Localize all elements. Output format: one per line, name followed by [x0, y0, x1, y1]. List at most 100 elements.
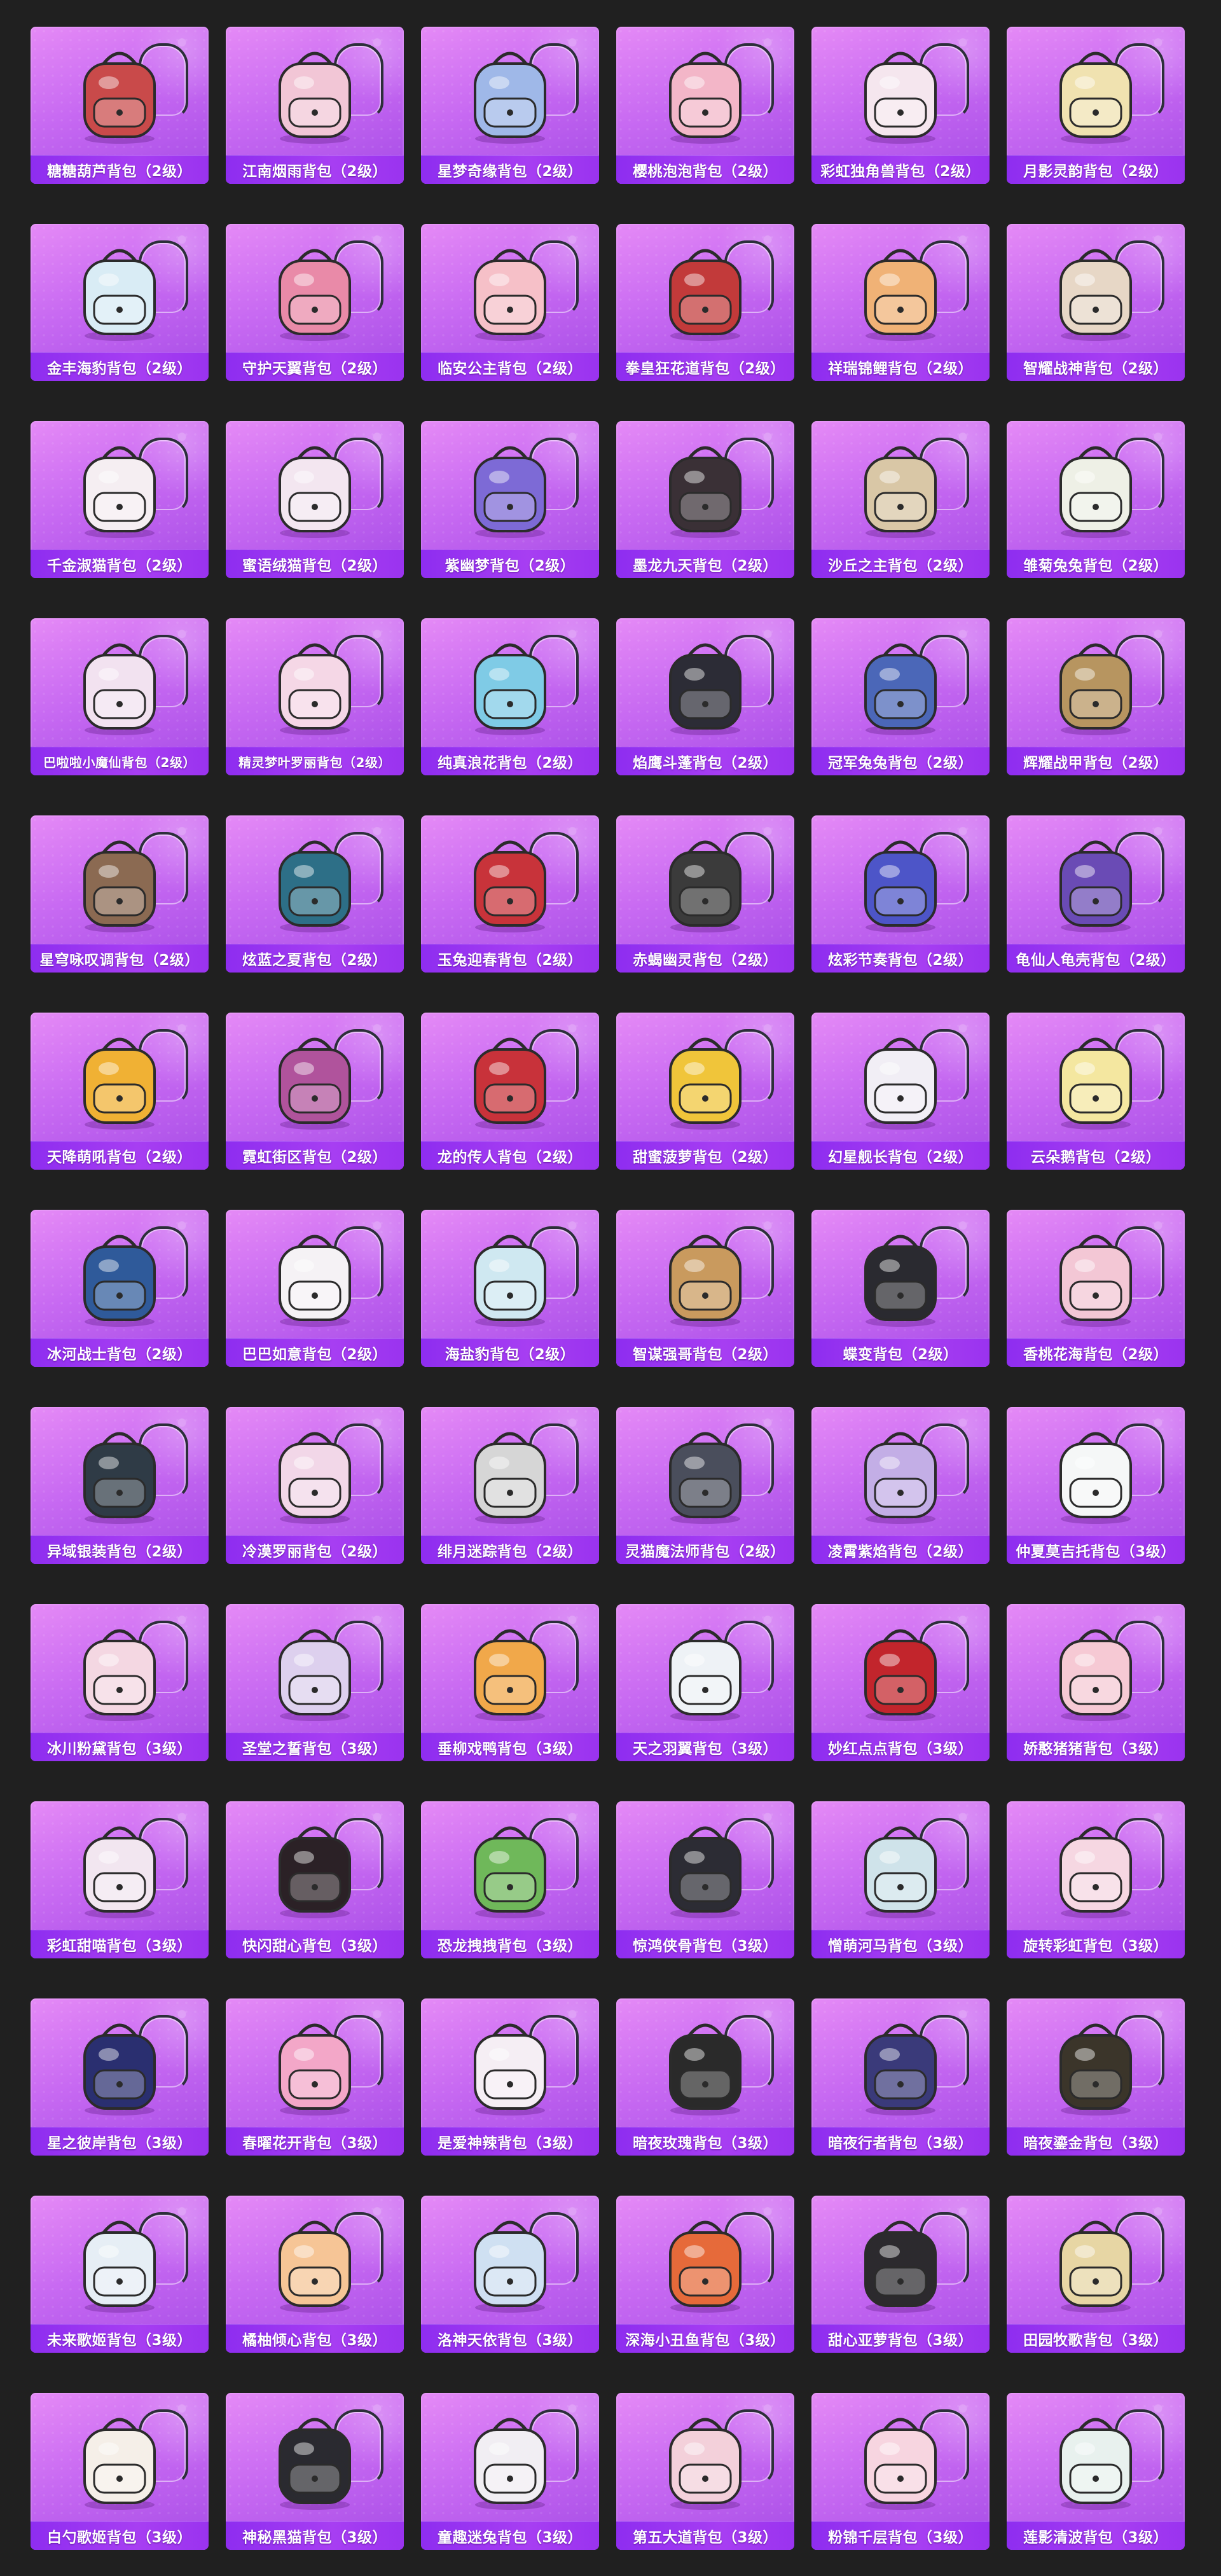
backpack-card[interactable]: 冰川粉黛背包（3级） [31, 1604, 209, 1761]
backpack-card[interactable]: 娇憨猪猪背包（3级） [1007, 1604, 1185, 1761]
backpack-card[interactable]: 纯真浪花背包（2级） [421, 618, 599, 775]
backpack-icon [279, 1826, 351, 1918]
backpack-card[interactable]: 神秘黑猫背包（3级） [226, 2393, 404, 2550]
backpack-card[interactable]: 紫幽梦背包（2级） [421, 421, 599, 578]
backpack-card[interactable]: 恐龙拽拽背包（3级） [421, 1801, 599, 1958]
backpack-card[interactable]: 云朵鹅背包（2级） [1007, 1013, 1185, 1170]
card-label-bar: 江南烟雨背包（2级） [226, 155, 404, 184]
card-label-bar: 惊鸿侠骨背包（3级） [616, 1930, 794, 1958]
backpack-name: 春曜花开背包（3级） [242, 2135, 387, 2152]
backpack-card[interactable]: 星梦奇缘背包（2级） [421, 27, 599, 184]
backpack-card[interactable]: 莲影清波背包（3级） [1007, 2393, 1185, 2550]
backpack-card[interactable]: 巴巴如意背包（2级） [226, 1210, 404, 1367]
backpack-card[interactable]: 智耀战神背包（2级） [1007, 224, 1185, 381]
backpack-card[interactable]: 海盐豹背包（2级） [421, 1210, 599, 1367]
backpack-card[interactable]: 春曜花开背包（3级） [226, 1998, 404, 2156]
backpack-card[interactable]: 祥瑞锦鲤背包（2级） [811, 224, 990, 381]
card-label-bar: 纯真浪花背包（2级） [421, 747, 599, 775]
backpack-card[interactable]: 炫彩节奏背包（2级） [811, 815, 990, 973]
backpack-card[interactable]: 暗夜行者背包（3级） [811, 1998, 990, 2156]
backpack-card[interactable]: 绯月迷踪背包（2级） [421, 1407, 599, 1564]
backpack-card[interactable]: 憎萌河马背包（3级） [811, 1801, 990, 1958]
backpack-icon [83, 840, 156, 932]
backpack-icon [669, 446, 742, 538]
backpack-card[interactable]: 精灵梦叶罗丽背包（2级） [226, 618, 404, 775]
backpack-card[interactable]: 拳皇狂花道背包（2级） [616, 224, 794, 381]
card-label-bar: 妙红点点背包（3级） [811, 1733, 990, 1761]
backpack-card[interactable]: 甜蜜菠萝背包（2级） [616, 1013, 794, 1170]
backpack-card[interactable]: 仲夏莫吉托背包（3级） [1007, 1407, 1185, 1564]
backpack-card[interactable]: 糖糖葫芦背包（2级） [31, 27, 209, 184]
backpack-name: 蝶变背包（2级） [843, 1347, 958, 1363]
backpack-card[interactable]: 香桃花海背包（2级） [1007, 1210, 1185, 1367]
backpack-card[interactable]: 蝶变背包（2级） [811, 1210, 990, 1367]
backpack-name: 香桃花海背包（2级） [1023, 1347, 1168, 1363]
backpack-card[interactable]: 垂柳戏鸭背包（3级） [421, 1604, 599, 1761]
backpack-card[interactable]: 智谋强哥背包（2级） [616, 1210, 794, 1367]
backpack-card[interactable]: 暗夜鎏金背包（3级） [1007, 1998, 1185, 2156]
backpack-card[interactable]: 田园牧歌背包（3级） [1007, 2196, 1185, 2353]
backpack-card[interactable]: 星之彼岸背包（3级） [31, 1998, 209, 2156]
backpack-card[interactable]: 霓虹街区背包（2级） [226, 1013, 404, 1170]
backpack-card[interactable]: 冷漠罗丽背包（2级） [226, 1407, 404, 1564]
backpack-card[interactable]: 是爱神辣背包（3级） [421, 1998, 599, 2156]
card-label-bar: 冰河战士背包（2级） [31, 1338, 209, 1367]
backpack-card[interactable]: 洛神天依背包（3级） [421, 2196, 599, 2353]
backpack-card[interactable]: 童趣迷兔背包（3级） [421, 2393, 599, 2550]
backpack-name: 智耀战神背包（2级） [1023, 361, 1168, 377]
backpack-card[interactable]: 墨龙九天背包（2级） [616, 421, 794, 578]
backpack-card[interactable]: 焰鹰斗蓬背包（2级） [616, 618, 794, 775]
backpack-card[interactable]: 天之羽翼背包（3级） [616, 1604, 794, 1761]
backpack-card[interactable]: 粉锦千层背包（3级） [811, 2393, 990, 2550]
backpack-name: 精灵梦叶罗丽背包（2级） [238, 754, 391, 770]
backpack-icon [474, 1432, 546, 1524]
backpack-card[interactable]: 未来歌姬背包（3级） [31, 2196, 209, 2353]
backpack-name: 海盐豹背包（2级） [445, 1347, 576, 1363]
backpack-card[interactable]: 旋转彩虹背包（3级） [1007, 1801, 1185, 1958]
backpack-icon [864, 1037, 937, 1130]
backpack-card[interactable]: 樱桃泡泡背包（2级） [616, 27, 794, 184]
backpack-card[interactable]: 月影灵韵背包（2级） [1007, 27, 1185, 184]
backpack-card[interactable]: 千金淑猫背包（2级） [31, 421, 209, 578]
backpack-card[interactable]: 炫蓝之夏背包（2级） [226, 815, 404, 973]
backpack-card[interactable]: 赤蝎幽灵背包（2级） [616, 815, 794, 973]
backpack-icon [1059, 1235, 1132, 1327]
backpack-card[interactable]: 龙的传人背包（2级） [421, 1013, 599, 1170]
backpack-card[interactable]: 巴啦啦小魔仙背包（2级） [31, 618, 209, 775]
backpack-card[interactable]: 雏菊兔兔背包（2级） [1007, 421, 1185, 578]
backpack-name: 憎萌河马背包（3级） [827, 1938, 973, 1955]
backpack-card[interactable]: 蜜语绒猫背包（2级） [226, 421, 404, 578]
backpack-name: 莲影清波背包（3级） [1023, 2530, 1168, 2546]
backpack-card[interactable]: 暗夜玫瑰背包（3级） [616, 1998, 794, 2156]
backpack-card[interactable]: 冠军兔兔背包（2级） [811, 618, 990, 775]
backpack-card[interactable]: 橘柚倾心背包（3级） [226, 2196, 404, 2353]
backpack-card[interactable]: 白勺歌姬背包（3级） [31, 2393, 209, 2550]
backpack-card[interactable]: 沙丘之主背包（2级） [811, 421, 990, 578]
backpack-card[interactable]: 临安公主背包（2级） [421, 224, 599, 381]
backpack-card[interactable]: 金丰海豹背包（2级） [31, 224, 209, 381]
backpack-icon [279, 1037, 351, 1130]
backpack-card[interactable]: 守护天翼背包（2级） [226, 224, 404, 381]
backpack-card[interactable]: 快闪甜心背包（3级） [226, 1801, 404, 1958]
backpack-card[interactable]: 龟仙人龟壳背包（2级） [1007, 815, 1185, 973]
backpack-card[interactable]: 灵猫魔法师背包（2级） [616, 1407, 794, 1564]
backpack-name: 冰川粉黛背包（3级） [46, 1741, 192, 1757]
backpack-card[interactable]: 星穹咏叹调背包（2级） [31, 815, 209, 973]
backpack-card[interactable]: 甜心亚萝背包（3级） [811, 2196, 990, 2353]
backpack-card[interactable]: 妙红点点背包（3级） [811, 1604, 990, 1761]
backpack-card[interactable]: 凌霄紫焰背包（2级） [811, 1407, 990, 1564]
backpack-card[interactable]: 天降萌吼背包（2级） [31, 1013, 209, 1170]
backpack-card[interactable]: 彩虹甜喵背包（3级） [31, 1801, 209, 1958]
backpack-card[interactable]: 江南烟雨背包（2级） [226, 27, 404, 184]
backpack-card[interactable]: 深海小丑鱼背包（3级） [616, 2196, 794, 2353]
backpack-card[interactable]: 冰河战士背包（2级） [31, 1210, 209, 1367]
backpack-card[interactable]: 第五大道背包（3级） [616, 2393, 794, 2550]
backpack-card[interactable]: 玉兔迎春背包（2级） [421, 815, 599, 973]
backpack-card[interactable]: 圣堂之誓背包（3级） [226, 1604, 404, 1761]
backpack-card[interactable]: 幻星舰长背包（2级） [811, 1013, 990, 1170]
card-label-bar: 橘柚倾心背包（3级） [226, 2324, 404, 2353]
backpack-card[interactable]: 辉耀战甲背包（2级） [1007, 618, 1185, 775]
backpack-card[interactable]: 异域银装背包（2级） [31, 1407, 209, 1564]
backpack-card[interactable]: 彩虹独角兽背包（2级） [811, 27, 990, 184]
backpack-card[interactable]: 惊鸿侠骨背包（3级） [616, 1801, 794, 1958]
